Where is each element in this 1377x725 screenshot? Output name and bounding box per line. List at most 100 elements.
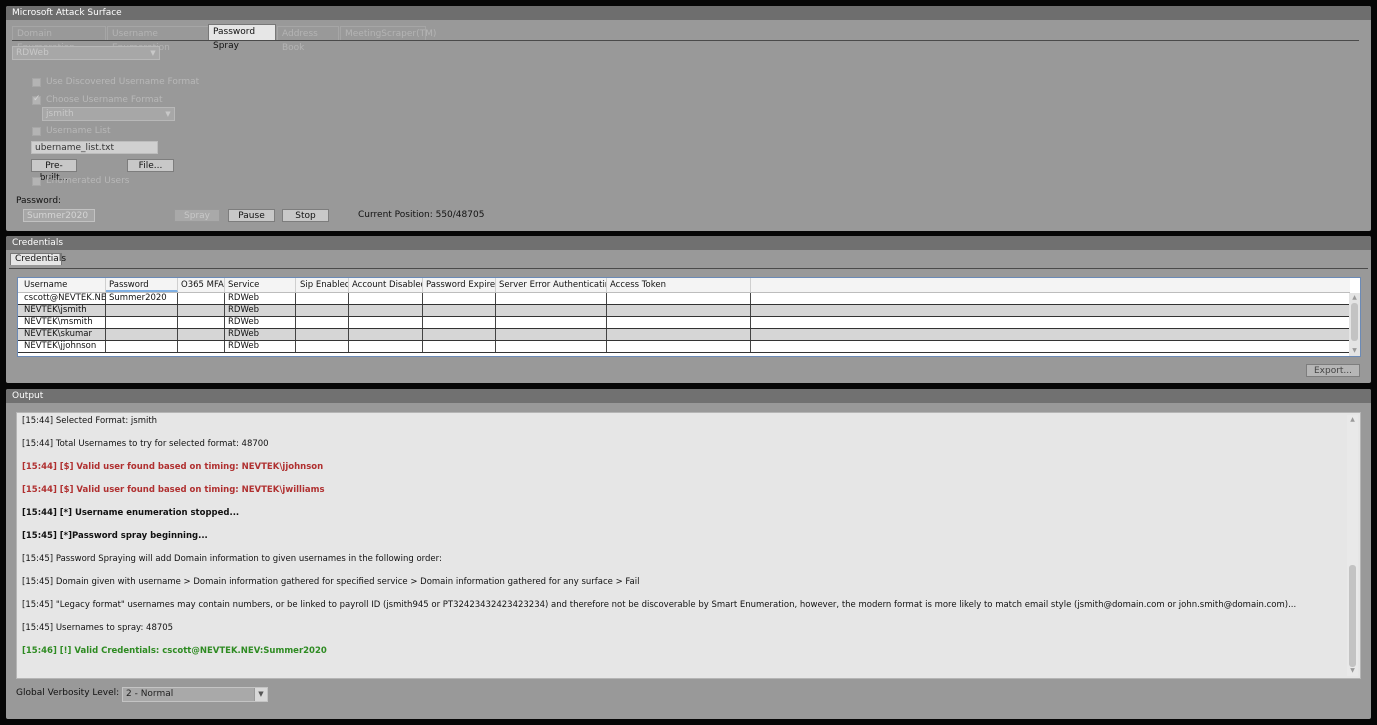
table-row[interactable]: cscott@NEVTEK.NEV Summer2020 RDWeb xyxy=(18,293,1350,305)
cell-sip-enabled xyxy=(296,329,349,340)
cell-o365-mfa xyxy=(178,305,225,316)
cell-access-token xyxy=(607,329,751,340)
cell-account-disabled xyxy=(349,305,423,316)
log-line: [15:45] "Legacy format" usernames may co… xyxy=(22,600,1297,610)
cell-server-error xyxy=(496,341,607,352)
col-account-disabled[interactable]: Account Disabled xyxy=(349,278,423,292)
enumerated-users-checkbox[interactable] xyxy=(32,177,41,186)
export-button[interactable]: Export... xyxy=(1306,364,1360,377)
cell-service: RDWeb xyxy=(225,341,296,352)
username-list-label: Username List xyxy=(46,126,111,136)
credentials-header: Credentials xyxy=(6,236,1371,250)
cell-service: RDWeb xyxy=(225,329,296,340)
cell-password-expired xyxy=(423,293,496,304)
output-scroll-thumb[interactable] xyxy=(1349,565,1356,667)
service-select[interactable]: RDWeb ▼ xyxy=(12,46,160,60)
col-password[interactable]: Password xyxy=(106,278,178,292)
username-list-input[interactable]: ubername_list.txt xyxy=(31,141,158,154)
format-select-value: jsmith xyxy=(46,109,74,119)
log-line: [15:45] Domain given with username > Dom… xyxy=(22,577,640,587)
cell-username: NEVTEK\jjohnson xyxy=(21,341,106,352)
cell-password xyxy=(106,305,178,316)
cell-password xyxy=(106,317,178,328)
cell-password xyxy=(106,341,178,352)
choose-format-label: Choose Username Format xyxy=(46,95,163,105)
col-password-expired[interactable]: Password Expired xyxy=(423,278,496,292)
log-line: [15:45] Usernames to spray: 48705 xyxy=(22,623,174,633)
verbosity-select-value: 2 - Normal xyxy=(126,689,174,699)
pause-button[interactable]: Pause xyxy=(228,209,275,222)
cell-service: RDWeb xyxy=(225,317,296,328)
stop-button[interactable]: Stop xyxy=(282,209,329,222)
cell-sip-enabled xyxy=(296,305,349,316)
tab-meeting-scraper[interactable]: MeetingScraper(TM) xyxy=(340,26,436,40)
enumerated-users-label: Enumerated Users xyxy=(46,176,130,186)
service-select-value: RDWeb xyxy=(16,48,49,58)
cell-service: RDWeb xyxy=(225,293,296,304)
table-row[interactable]: NEVTEK\jjohnson RDWeb xyxy=(18,341,1350,353)
scroll-up-icon[interactable]: ▲ xyxy=(1347,415,1358,425)
log-line: [15:45] [*]Password spray beginning... xyxy=(22,531,208,541)
username-list-checkbox[interactable] xyxy=(32,127,41,136)
grid-header: Username Password O365 MFA Service Sip E… xyxy=(18,278,1350,293)
cell-username: NEVTEK\msmith xyxy=(21,317,106,328)
tab-username-enumeration[interactable]: Username Enumeration xyxy=(107,26,209,53)
cell-sip-enabled xyxy=(296,341,349,352)
cell-o365-mfa xyxy=(178,293,225,304)
chevron-down-icon: ▼ xyxy=(254,688,267,701)
col-access-token[interactable]: Access Token xyxy=(607,278,751,292)
format-select[interactable]: jsmith ▼ xyxy=(42,107,175,121)
verbosity-label: Global Verbosity Level: xyxy=(16,688,120,698)
cell-server-error xyxy=(496,329,607,340)
cell-access-token xyxy=(607,341,751,352)
cell-username: NEVTEK\skumar xyxy=(21,329,106,340)
scroll-up-icon[interactable]: ▲ xyxy=(1349,293,1360,303)
cell-password-expired xyxy=(423,329,496,340)
col-sip-enabled[interactable]: Sip Enabled xyxy=(296,278,349,292)
table-row[interactable]: NEVTEK\skumar RDWeb xyxy=(18,329,1350,341)
col-username[interactable]: Username xyxy=(21,278,106,292)
file-button[interactable]: File... xyxy=(127,159,174,172)
output-log[interactable]: [15:44] Selected Format: jsmith [15:44] … xyxy=(16,412,1361,679)
prebuilt-button[interactable]: Pre-built... xyxy=(31,159,77,183)
cell-account-disabled xyxy=(349,317,423,328)
password-label: Password: xyxy=(16,196,62,206)
credentials-tabs xyxy=(9,252,1368,269)
cell-account-disabled xyxy=(349,341,423,352)
grid-scrollbar[interactable]: ▲ ▼ xyxy=(1349,293,1360,356)
grid-scroll-thumb[interactable] xyxy=(1351,303,1358,341)
use-discovered-format-label: Use Discovered Username Format xyxy=(46,77,200,87)
use-discovered-format-checkbox[interactable] xyxy=(32,78,41,87)
attack-surface-panel: Microsoft Attack Surface Domain Enumerat… xyxy=(6,6,1371,231)
tab-credentials[interactable]: Credentials xyxy=(10,253,66,265)
log-line: [15:44] Selected Format: jsmith xyxy=(22,416,158,426)
col-service[interactable]: Service xyxy=(225,278,296,292)
tab-address-book[interactable]: Address Book xyxy=(277,26,339,53)
cell-username: cscott@NEVTEK.NEV xyxy=(21,293,106,304)
col-o365-mfa[interactable]: O365 MFA xyxy=(178,278,225,292)
password-input[interactable]: Summer2020 xyxy=(23,209,95,222)
cell-password: Summer2020 xyxy=(106,293,178,304)
scroll-down-icon[interactable]: ▼ xyxy=(1349,346,1360,356)
col-server-error[interactable]: Server Error Authenticating xyxy=(496,278,607,292)
cell-username: NEVTEK\jsmith xyxy=(21,305,106,316)
cell-server-error xyxy=(496,317,607,328)
choose-format-checkbox[interactable] xyxy=(32,94,41,105)
verbosity-select[interactable]: 2 - Normal ▼ xyxy=(122,687,268,702)
cell-account-disabled xyxy=(349,293,423,304)
cell-password-expired xyxy=(423,305,496,316)
table-row[interactable]: NEVTEK\jsmith RDWeb xyxy=(18,305,1350,317)
scroll-down-icon[interactable]: ▼ xyxy=(1347,666,1358,676)
table-row[interactable]: NEVTEK\msmith RDWeb xyxy=(18,317,1350,329)
attack-tabs: Domain Enumeration Username Enumeration … xyxy=(12,24,1359,53)
spray-button[interactable]: Spray xyxy=(174,209,220,222)
log-line-valid-credentials: [15:46] [!] Valid Credentials: cscott@NE… xyxy=(22,646,327,656)
cell-server-error xyxy=(496,293,607,304)
attack-surface-header: Microsoft Attack Surface xyxy=(6,6,1371,20)
tab-domain-enumeration[interactable]: Domain Enumeration xyxy=(12,26,106,53)
cell-access-token xyxy=(607,305,751,316)
tab-password-spray[interactable]: Password Spray xyxy=(208,24,276,51)
log-line-valid-user: [15:44] [$] Valid user found based on ti… xyxy=(22,462,324,472)
output-scrollbar[interactable]: ▲ ▼ xyxy=(1347,415,1358,676)
cell-password-expired xyxy=(423,341,496,352)
